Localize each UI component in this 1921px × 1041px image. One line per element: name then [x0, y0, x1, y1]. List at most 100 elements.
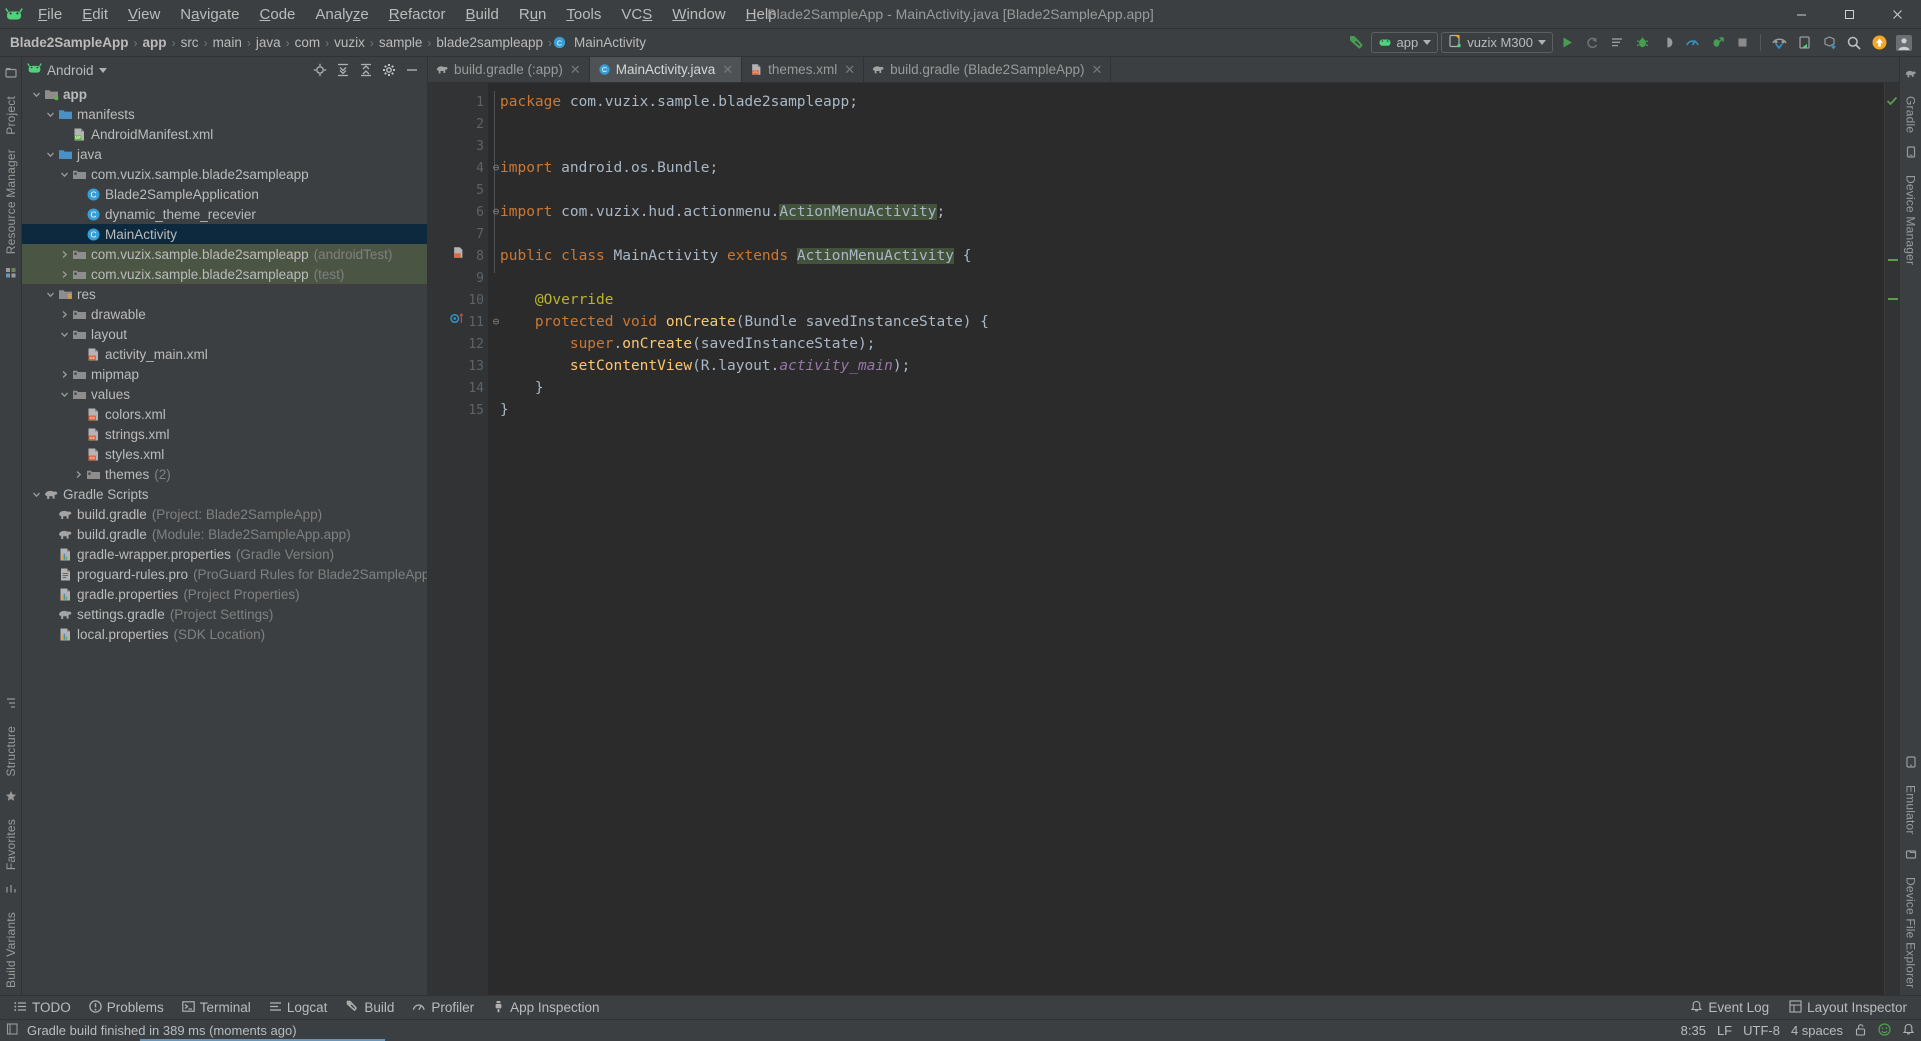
code-line[interactable]	[488, 223, 1885, 245]
gutter-line[interactable]: 8	[428, 245, 488, 267]
tool-button-favorites[interactable]: Favorites	[2, 812, 20, 877]
tree-row[interactable]: build.gradle (Project: Blade2SampleApp)	[22, 504, 427, 524]
menu-item-build[interactable]: Build	[455, 3, 508, 26]
breadcrumb-item-app[interactable]: app	[139, 34, 171, 51]
breadcrumb-item-main[interactable]: main	[209, 34, 246, 51]
project-tree[interactable]: app manifests MF AndroidManifest.xml java com…	[22, 83, 427, 995]
chevron-right-icon[interactable]	[58, 250, 71, 259]
tool-button-device-manager[interactable]: Device Manager	[1902, 168, 1920, 272]
tree-row[interactable]: values	[22, 384, 427, 404]
gear-icon[interactable]	[379, 60, 399, 80]
gutter-line[interactable]: 3	[428, 135, 488, 157]
tree-row[interactable]: <> styles.xml	[22, 444, 427, 464]
profiler-button[interactable]	[1681, 32, 1703, 54]
chevron-down-icon[interactable]	[44, 290, 57, 299]
code-line[interactable]: setContentView(R.layout.activity_main);	[488, 355, 1885, 377]
chevron-down-icon[interactable]	[30, 90, 43, 99]
tool-button-structure[interactable]: Structure	[2, 719, 20, 784]
tool-button-terminal[interactable]: Terminal	[174, 998, 259, 1018]
chevron-down-icon[interactable]	[58, 390, 71, 399]
menu-item-vcs[interactable]: VCS	[611, 3, 662, 26]
attach-debugger-button[interactable]	[1656, 32, 1678, 54]
hide-panel-button[interactable]	[402, 60, 422, 80]
code-line[interactable]	[488, 267, 1885, 289]
tree-row[interactable]: gradle.properties (Project Properties)	[22, 584, 427, 604]
breadcrumb-item-src[interactable]: src	[177, 34, 203, 51]
chevron-right-icon[interactable]	[58, 310, 71, 319]
tree-row[interactable]: build.gradle (Module: Blade2SampleApp.app…	[22, 524, 427, 544]
code-editor[interactable]: 1 2 3 4 5 6 7 8 9 10 11 12 13 14 15 package com.vuzix.…	[428, 83, 1899, 995]
editor-tab-bar[interactable]: build.gradle (:app) ✕ C MainActivity.java ✕ <…	[428, 57, 1899, 83]
chevron-right-icon[interactable]	[58, 370, 71, 379]
tool-button-todo[interactable]: TODO	[6, 998, 79, 1018]
editor-tab[interactable]: C MainActivity.java ✕	[589, 57, 743, 82]
tool-button-emulator[interactable]: Emulator	[1902, 778, 1920, 842]
run-coverage-button[interactable]	[1706, 32, 1728, 54]
tree-row[interactable]: C MainActivity	[22, 224, 427, 244]
tree-row[interactable]: MF AndroidManifest.xml	[22, 124, 427, 144]
maximize-button[interactable]	[1825, 0, 1873, 29]
code-line[interactable]: public class MainActivity extends Action…	[488, 245, 1885, 267]
close-icon[interactable]: ✕	[570, 62, 581, 78]
code-line[interactable]: ⊖ protected void onCreate(Bundle savedIn…	[488, 311, 1885, 333]
gutter-line[interactable]: 9	[428, 267, 488, 289]
select-opened-file-button[interactable]	[310, 60, 330, 80]
apply-code-changes-button[interactable]	[1606, 32, 1628, 54]
menu-item-tools[interactable]: Tools	[556, 3, 611, 26]
status-message[interactable]: Gradle build finished in 389 ms (moments…	[27, 1023, 297, 1038]
chevron-down-icon[interactable]	[58, 170, 71, 179]
code-line[interactable]: ⊖ import android.os.Bundle;	[488, 157, 1885, 179]
code-line[interactable]: super.onCreate(savedInstanceState);	[488, 333, 1885, 355]
tree-row[interactable]: com.vuzix.sample.blade2sampleapp (android…	[22, 244, 427, 264]
line-number-gutter[interactable]: 1 2 3 4 5 6 7 8 9 10 11 12 13 14 15	[428, 83, 488, 995]
breadcrumb-item-com[interactable]: com	[291, 34, 325, 51]
tool-button-build[interactable]: Build	[337, 997, 402, 1018]
caret-position[interactable]: 8:35	[1681, 1023, 1706, 1038]
minimize-button[interactable]	[1777, 0, 1825, 29]
override-marker-icon[interactable]	[450, 312, 467, 325]
expand-all-button[interactable]	[333, 60, 353, 80]
module-selector[interactable]: app	[1370, 32, 1439, 53]
breadcrumb-item-sample[interactable]: sample	[375, 34, 427, 51]
tree-row[interactable]: mipmap	[22, 364, 427, 384]
tree-row[interactable]: layout	[22, 324, 427, 344]
user-avatar[interactable]	[1893, 32, 1915, 54]
tree-row[interactable]: <> strings.xml	[22, 424, 427, 444]
gutter-line[interactable]: 15	[428, 399, 488, 421]
device-selector[interactable]: vuzix M300	[1441, 32, 1553, 53]
gutter-line[interactable]: 6	[428, 201, 488, 223]
chevron-down-icon[interactable]	[44, 150, 57, 159]
bell-icon[interactable]	[1902, 1023, 1915, 1039]
menu-item-edit[interactable]: Edit	[72, 3, 118, 26]
avd-manager-button[interactable]	[1768, 32, 1790, 54]
tree-row[interactable]: settings.gradle (Project Settings)	[22, 604, 427, 624]
tool-button-event-log[interactable]: Event Log	[1682, 998, 1777, 1018]
menu-item-run[interactable]: Run	[509, 3, 557, 26]
breadcrumb-item-mainactivity[interactable]: MainActivity	[570, 34, 650, 51]
fold-toggle-icon[interactable]: ⊖	[490, 201, 502, 223]
tree-row[interactable]: <> colors.xml	[22, 404, 427, 424]
gutter-line[interactable]: 11	[428, 311, 488, 333]
close-icon[interactable]: ✕	[1091, 62, 1102, 78]
menu-item-help[interactable]: Help	[736, 3, 787, 26]
tree-row[interactable]: java	[22, 144, 427, 164]
tool-button-problems[interactable]: Problems	[81, 998, 172, 1018]
tree-row[interactable]: com.vuzix.sample.blade2sampleapp	[22, 164, 427, 184]
gutter-line[interactable]: 14	[428, 377, 488, 399]
tree-row[interactable]: <> activity_main.xml	[22, 344, 427, 364]
editor-tab[interactable]: build.gradle (:app) ✕	[428, 57, 590, 82]
menu-item-refactor[interactable]: Refactor	[379, 3, 456, 26]
tool-button-gradle[interactable]: Gradle	[1902, 89, 1920, 140]
tree-row[interactable]: manifests	[22, 104, 427, 124]
tree-row[interactable]: C Blade2SampleApplication	[22, 184, 427, 204]
code-line[interactable]	[488, 135, 1885, 157]
menu-item-navigate[interactable]: Navigate	[170, 3, 249, 26]
chevron-down-icon[interactable]	[44, 110, 57, 119]
apply-changes-button[interactable]	[1581, 32, 1603, 54]
tree-row[interactable]: proguard-rules.pro (ProGuard Rules for Bl…	[22, 564, 427, 584]
gutter-line[interactable]: 10	[428, 289, 488, 311]
code-line[interactable]	[488, 113, 1885, 135]
breadcrumb-item-project[interactable]: Blade2SampleApp	[6, 34, 133, 51]
code-line[interactable]: package com.vuzix.sample.blade2sampleapp…	[488, 91, 1885, 113]
tree-row[interactable]: com.vuzix.sample.blade2sampleapp (test)	[22, 264, 427, 284]
